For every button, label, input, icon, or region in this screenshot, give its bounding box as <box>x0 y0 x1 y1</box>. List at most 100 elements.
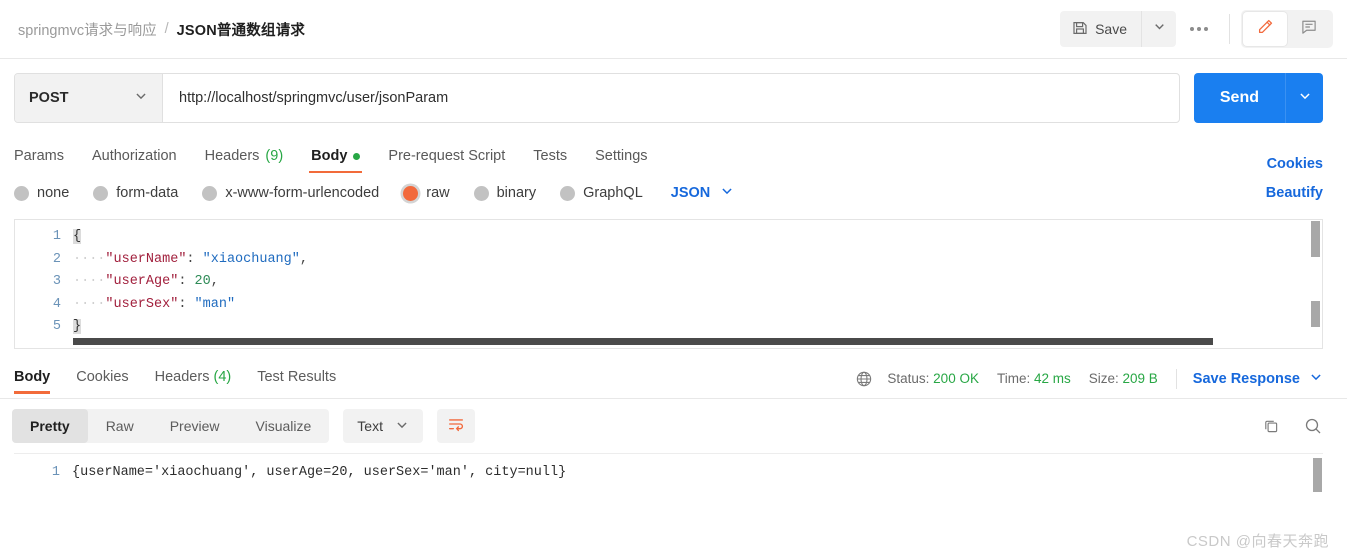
url-bar: POST Send <box>0 59 1347 135</box>
json-key: "userName" <box>105 251 187 267</box>
cookies-link[interactable]: Cookies <box>1267 156 1323 172</box>
view-mode-visualize[interactable]: Visualize <box>238 409 330 443</box>
word-wrap-button[interactable] <box>436 409 475 443</box>
scrollbar-thumb[interactable] <box>1311 221 1320 257</box>
line-number: 4 <box>52 296 61 312</box>
tab-body[interactable]: Body <box>309 148 363 173</box>
body-type-none[interactable]: none <box>14 185 69 201</box>
http-method-select[interactable]: POST <box>15 74 163 122</box>
response-scrollbar-thumb[interactable] <box>1313 458 1322 492</box>
radio-icon <box>202 185 218 201</box>
ellipsis-icon <box>1190 27 1194 31</box>
send-dropdown-button[interactable] <box>1285 73 1323 123</box>
globe-icon <box>855 370 873 388</box>
body-type-binary[interactable]: binary <box>473 185 537 201</box>
tab-headers[interactable]: Headers (9) <box>205 148 284 173</box>
beautify-link[interactable]: Beautify <box>1266 185 1323 201</box>
response-tab-test-results[interactable]: Test Results <box>257 369 336 393</box>
json-colon: : <box>178 274 187 289</box>
response-tab-cookies[interactable]: Cookies <box>76 369 128 393</box>
save-response-button[interactable]: Save Response <box>1193 370 1323 388</box>
json-comma: , <box>210 274 219 289</box>
search-icon[interactable] <box>1303 416 1323 436</box>
code-line: { <box>73 226 1322 249</box>
floppy-disk-icon <box>1072 20 1088 39</box>
radio-icon <box>14 185 29 201</box>
size-value: 209 B <box>1122 371 1158 386</box>
meta-divider <box>1175 368 1177 389</box>
tab-settings[interactable]: Settings <box>595 148 647 173</box>
breadcrumb-parent[interactable]: springmvc请求与响应 <box>18 19 157 40</box>
response-tab-headers[interactable]: Headers (4) <box>155 369 232 393</box>
body-type-urlencoded[interactable]: x-www-form-urlencoded <box>202 185 379 201</box>
tab-pre-request-script[interactable]: Pre-request Script <box>388 148 505 173</box>
raw-format-value: JSON <box>670 185 711 201</box>
chevron-down-icon <box>395 418 409 435</box>
tab-label: Cookies <box>76 368 129 385</box>
response-tab-body[interactable]: Body <box>14 368 51 394</box>
tab-label: Body <box>311 148 348 164</box>
request-tabs: Params Authorization Headers (9) Body Pr… <box>0 135 1347 173</box>
comments-button[interactable] <box>1287 12 1331 46</box>
tab-label: Body <box>14 368 51 385</box>
header-actions: Save <box>1060 10 1333 48</box>
tab-label: Test Results <box>257 368 337 385</box>
body-type-graphql[interactable]: GraphQL <box>560 185 643 201</box>
line-number: 5 <box>52 319 61 334</box>
breadcrumb: springmvc请求与响应 / JSON普通数组请求 <box>18 19 305 40</box>
json-open-brace: { <box>73 229 82 244</box>
copy-icon[interactable] <box>1262 417 1281 436</box>
postman-window: springmvc请求与响应 / JSON普通数组请求 Save POST ht… <box>0 0 1347 559</box>
editor-code-area[interactable]: { ····"userName": "xiaochuang", ···· "use… <box>73 220 1322 348</box>
code-line: ····"userName": "xiaochuang", <box>73 249 1322 272</box>
time-badge: Time: 42 ms <box>997 371 1071 386</box>
body-type-label: x-www-form-urlencoded <box>225 185 380 201</box>
chevron-down-icon <box>1298 89 1312 108</box>
ellipsis-icon <box>1197 27 1201 31</box>
line-number: 1 <box>52 229 61 244</box>
body-type-label: form-data <box>116 185 179 201</box>
editor-vertical-scrollbar[interactable] <box>1310 221 1321 327</box>
comment-icon <box>1300 18 1318 41</box>
scrollbar-thumb[interactable] <box>73 338 1213 345</box>
tab-tests[interactable]: Tests <box>533 148 567 173</box>
breadcrumb-separator: / <box>164 21 169 37</box>
body-type-row: none form-data x-www-form-urlencoded raw… <box>0 173 1347 213</box>
more-actions-button[interactable] <box>1180 11 1218 47</box>
save-button[interactable]: Save <box>1060 11 1142 47</box>
request-body-editor[interactable]: 1 2 3 4 5 { ····"userName": "xiaochuang"… <box>14 219 1323 349</box>
save-response-label: Save Response <box>1192 370 1300 387</box>
view-mode-preview[interactable]: Preview <box>152 409 238 443</box>
code-line: } <box>73 316 1322 339</box>
json-value: "man" <box>194 296 236 312</box>
body-type-form-data[interactable]: form-data <box>93 185 178 201</box>
time-label: Time: <box>996 371 1031 386</box>
save-button-group: Save <box>1060 11 1176 47</box>
tab-authorization[interactable]: Authorization <box>92 148 177 173</box>
chevron-down-icon <box>1153 20 1166 38</box>
edit-mode-button[interactable] <box>1243 12 1287 46</box>
tab-params[interactable]: Params <box>14 148 64 173</box>
request-tabs-right: Cookies <box>1267 155 1323 173</box>
radio-selected-icon <box>403 185 419 201</box>
view-mode-raw[interactable]: Raw <box>88 409 152 443</box>
view-mode-pretty[interactable]: Pretty <box>12 409 88 443</box>
send-button[interactable]: Send <box>1193 73 1285 123</box>
chevron-down-icon <box>134 89 148 107</box>
raw-format-select[interactable]: JSON <box>671 184 735 202</box>
response-code-area[interactable]: {userName='xiaochuang', userAge=20, user… <box>72 454 1323 509</box>
save-dropdown-button[interactable] <box>1142 11 1176 47</box>
response-body-viewer[interactable]: 1 {userName='xiaochuang', userAge=20, us… <box>14 453 1323 509</box>
url-input[interactable] <box>163 74 1179 122</box>
radio-icon <box>473 185 489 201</box>
editor-horizontal-scrollbar[interactable] <box>73 338 1310 347</box>
indent-guide: ···· <box>73 296 106 312</box>
size-badge: Size: 209 B <box>1089 371 1158 386</box>
tab-label: Settings <box>595 148 648 164</box>
line-number: 3 <box>52 274 61 289</box>
scrollbar-thumb[interactable] <box>1311 301 1320 327</box>
body-type-label: binary <box>496 185 537 201</box>
time-value: 42 ms <box>1033 371 1071 386</box>
body-type-raw[interactable]: raw <box>403 185 450 201</box>
response-format-select[interactable]: Text <box>343 409 423 443</box>
